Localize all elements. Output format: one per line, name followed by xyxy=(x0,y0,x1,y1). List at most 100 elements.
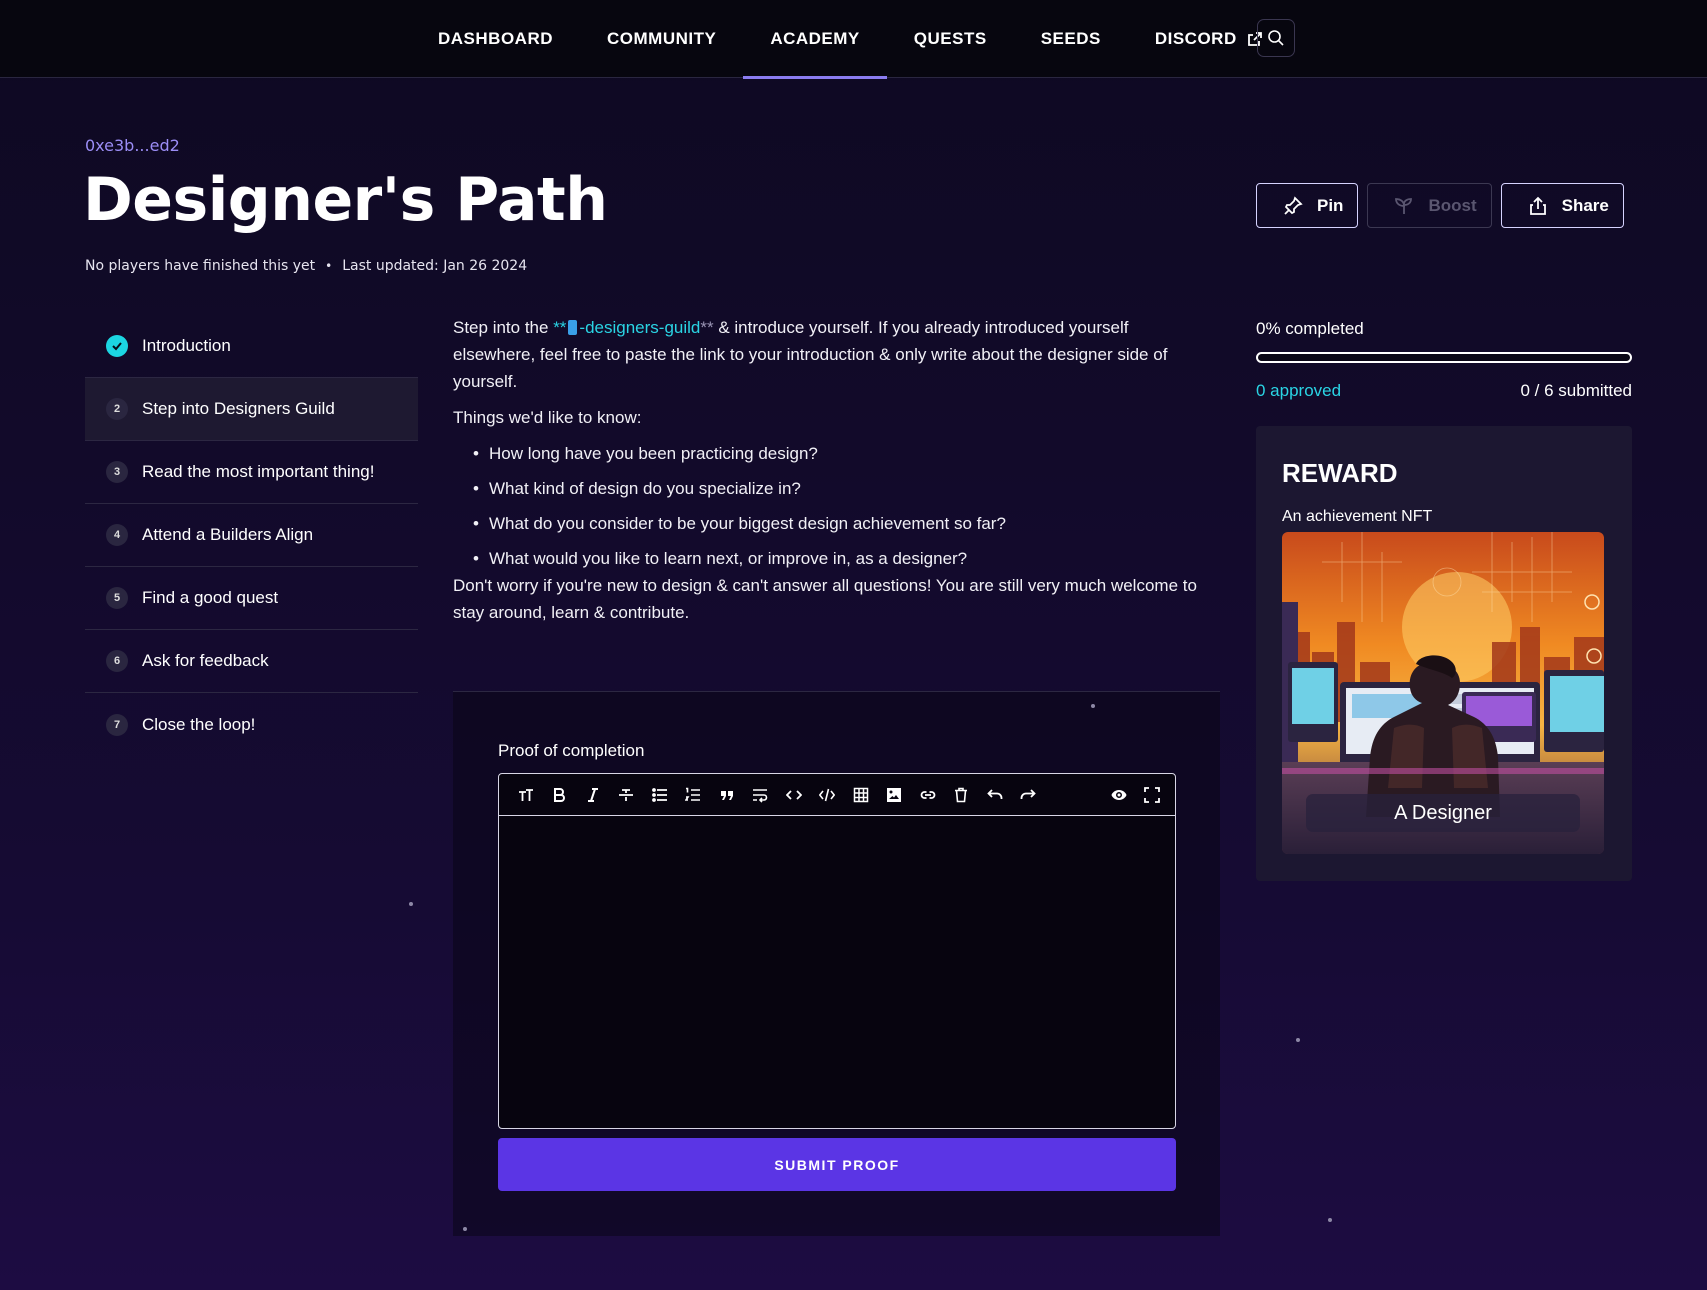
step-content: Step into the ** -designers-guild** & int… xyxy=(453,314,1213,635)
link-icon xyxy=(920,790,936,799)
pin-icon xyxy=(1284,195,1303,215)
step-read-important[interactable]: 3 Read the most important thing! xyxy=(85,441,418,504)
reward-subtitle: An achievement NFT xyxy=(1282,508,1433,525)
pin-button[interactable]: Pin xyxy=(1256,183,1359,228)
search-button[interactable] xyxy=(1257,19,1295,57)
nft-name-badge: A Designer xyxy=(1306,794,1580,832)
step-number: 3 xyxy=(106,461,128,483)
intro-text: Step into the xyxy=(453,318,554,337)
heading-button[interactable] xyxy=(509,774,543,816)
eye-icon xyxy=(1111,789,1127,800)
reward-card: REWARD An achievement NFT A Designer xyxy=(1256,426,1632,881)
sprout-icon xyxy=(1395,197,1413,214)
trash-icon xyxy=(955,787,968,802)
share-label: Share xyxy=(1561,195,1609,215)
list-item: What would you like to learn next, or im… xyxy=(473,545,1213,572)
share-button[interactable]: Share xyxy=(1500,183,1624,228)
strikethrough-icon xyxy=(619,788,634,801)
step-number: 4 xyxy=(106,524,128,546)
main-nav: DASHBOARD COMMUNITY ACADEMY QUESTS SEEDS… xyxy=(411,0,1290,79)
nav-discord-label: DISCORD xyxy=(1154,29,1237,48)
table-button[interactable] xyxy=(844,774,878,816)
nav-academy[interactable]: ACADEMY xyxy=(743,0,888,79)
bullet-list-button[interactable] xyxy=(643,774,677,816)
nav-community[interactable]: COMMUNITY xyxy=(580,0,743,78)
step-number: 2 xyxy=(106,398,128,420)
step-label: Read the most important thing! xyxy=(142,462,375,481)
step-number: 6 xyxy=(106,650,128,672)
ordered-list-button[interactable] xyxy=(677,774,711,816)
nav-quests[interactable]: QUESTS xyxy=(887,0,1014,78)
step-label: Introduction xyxy=(142,336,231,355)
undo-button[interactable] xyxy=(978,774,1012,816)
step-find-quest[interactable]: 5 Find a good quest xyxy=(85,567,418,630)
step-ask-feedback[interactable]: 6 Ask for feedback xyxy=(85,630,418,693)
ordered-list-icon xyxy=(685,787,701,801)
fullscreen-button[interactable] xyxy=(1136,774,1170,816)
step-number: 7 xyxy=(106,713,128,736)
step-designers-guild[interactable]: 2 Step into Designers Guild xyxy=(85,378,418,441)
bold-button[interactable] xyxy=(543,774,577,816)
proof-editor xyxy=(498,773,1176,1129)
step-close-loop[interactable]: 7 Close the loop! xyxy=(85,693,418,756)
author-address[interactable]: 0xe3b...ed2 xyxy=(85,136,180,155)
proof-textarea[interactable] xyxy=(499,816,1175,1128)
things-heading: Things we'd like to know: xyxy=(453,408,642,427)
share-icon xyxy=(1529,196,1546,215)
outro-paragraph: Don't worry if you're new to design & ca… xyxy=(453,576,1197,622)
finished-status: No players have finished this yet xyxy=(85,258,316,274)
proof-label: Proof of completion xyxy=(498,741,645,760)
step-label: Close the loop! xyxy=(142,714,256,734)
text-size-icon xyxy=(518,788,533,801)
pin-label: Pin xyxy=(1317,195,1344,215)
clear-button[interactable] xyxy=(945,774,979,816)
step-label: Find a good quest xyxy=(142,588,279,607)
quest-actions: Pin Boost Share xyxy=(1256,183,1624,228)
italic-button[interactable] xyxy=(576,774,610,816)
strikethrough-button[interactable] xyxy=(610,774,644,816)
step-introduction[interactable]: Introduction xyxy=(85,315,418,378)
toolbar-right xyxy=(1102,774,1175,816)
quote-button[interactable] xyxy=(710,774,744,816)
boost-label: Boost xyxy=(1428,195,1477,215)
nav-seeds[interactable]: SEEDS xyxy=(1014,0,1128,78)
table-icon xyxy=(853,787,868,802)
text-wrap-icon xyxy=(753,788,768,803)
step-label: Attend a Builders Align xyxy=(142,525,314,544)
wrap-button[interactable] xyxy=(744,774,778,816)
background-star xyxy=(1328,1218,1332,1222)
code-block-icon xyxy=(819,788,836,801)
approved-count: 0 approved xyxy=(1256,381,1342,400)
submit-proof-button[interactable]: SUBMIT PROOF xyxy=(498,1138,1176,1191)
preview-button[interactable] xyxy=(1102,774,1136,816)
inline-code-button[interactable] xyxy=(777,774,811,816)
link-button[interactable] xyxy=(911,774,945,816)
fullscreen-icon xyxy=(1144,786,1161,803)
bold-icon xyxy=(554,787,566,802)
top-nav-bar: DASHBOARD COMMUNITY ACADEMY QUESTS SEEDS… xyxy=(0,0,1707,79)
questions-list: How long have you been practicing design… xyxy=(473,440,1213,572)
boost-button[interactable]: Boost xyxy=(1367,183,1492,228)
bullet-list-icon xyxy=(651,787,667,802)
progress-label: 0% completed xyxy=(1256,319,1364,338)
nav-dashboard[interactable]: DASHBOARD xyxy=(411,0,580,78)
search-icon xyxy=(1268,30,1284,46)
undo-icon xyxy=(986,788,1003,799)
image-button[interactable] xyxy=(878,774,912,816)
quest-meta: No players have finished this yet • Last… xyxy=(85,258,527,274)
list-item: What kind of design do you specialize in… xyxy=(473,475,1213,502)
step-builders-align[interactable]: 4 Attend a Builders Align xyxy=(85,504,418,567)
code-block-button[interactable] xyxy=(811,774,845,816)
phone-icon xyxy=(568,320,578,335)
redo-icon xyxy=(1020,788,1037,799)
reward-title: REWARD xyxy=(1282,458,1398,488)
redo-button[interactable] xyxy=(1012,774,1046,816)
step-label: Ask for feedback xyxy=(142,651,269,670)
background-star xyxy=(463,1227,467,1231)
channel-link[interactable]: ** -designers-guild xyxy=(553,318,700,337)
nft-image[interactable]: A Designer xyxy=(1282,532,1604,854)
editor-toolbar xyxy=(499,774,1175,816)
background-star xyxy=(1091,704,1095,708)
markdown-stars: ** xyxy=(553,318,567,337)
submitted-count: 0 / 6 submitted xyxy=(1520,381,1632,400)
